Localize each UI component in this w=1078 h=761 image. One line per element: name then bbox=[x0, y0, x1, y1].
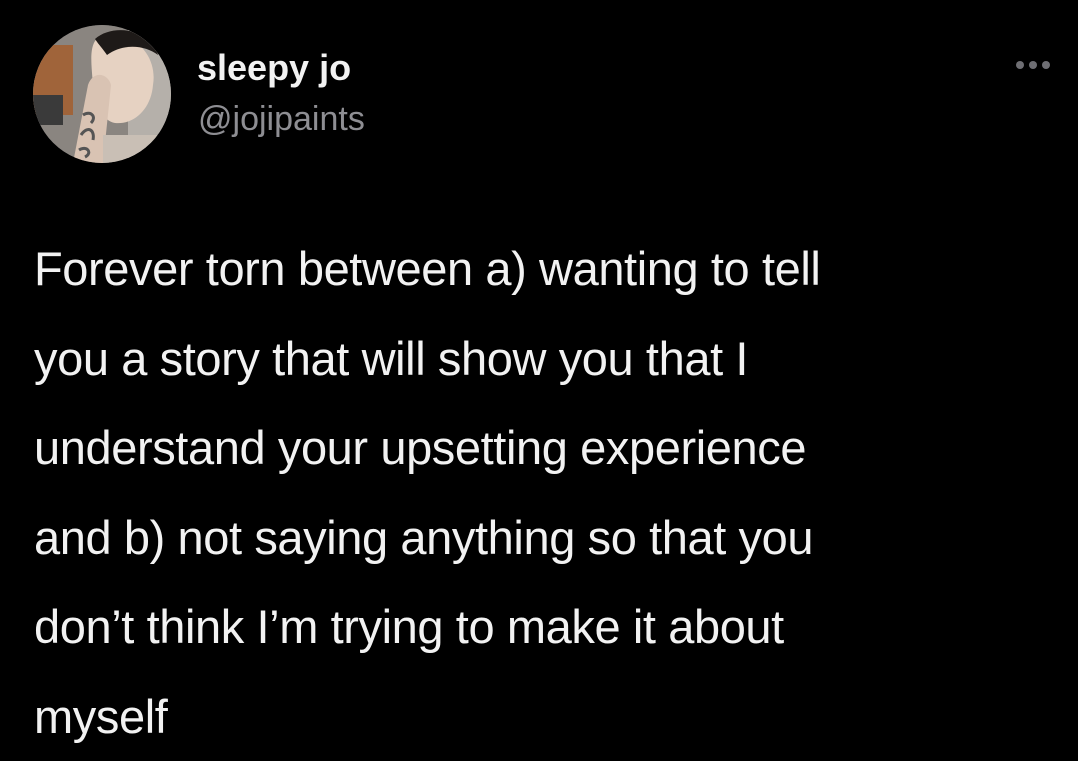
author-handle[interactable]: @jojipaints bbox=[198, 98, 365, 140]
tweet-card: sleepy jo @jojipaints Forever torn betwe… bbox=[0, 0, 1078, 749]
ellipsis-icon bbox=[1042, 61, 1050, 69]
author-avatar[interactable] bbox=[33, 25, 171, 163]
tweet-text-line: myself bbox=[34, 672, 1044, 761]
more-options-button[interactable] bbox=[1008, 52, 1058, 78]
tweet-text-line: understand your upsetting experience bbox=[34, 403, 1044, 493]
tweet-body: Forever torn between a) wanting to tell … bbox=[34, 224, 1044, 761]
tweet-text-line: don’t think I’m trying to make it about bbox=[34, 582, 1044, 672]
tweet-text-line: Forever torn between a) wanting to tell bbox=[34, 224, 1044, 314]
tweet-text-line: and b) not saying anything so that you bbox=[34, 493, 1044, 583]
ellipsis-icon bbox=[1016, 61, 1024, 69]
ellipsis-icon bbox=[1029, 61, 1037, 69]
tweet-text-line: you a story that will show you that I bbox=[34, 314, 1044, 404]
author-display-name[interactable]: sleepy jo bbox=[197, 46, 351, 90]
avatar-photo-icon bbox=[33, 25, 171, 163]
